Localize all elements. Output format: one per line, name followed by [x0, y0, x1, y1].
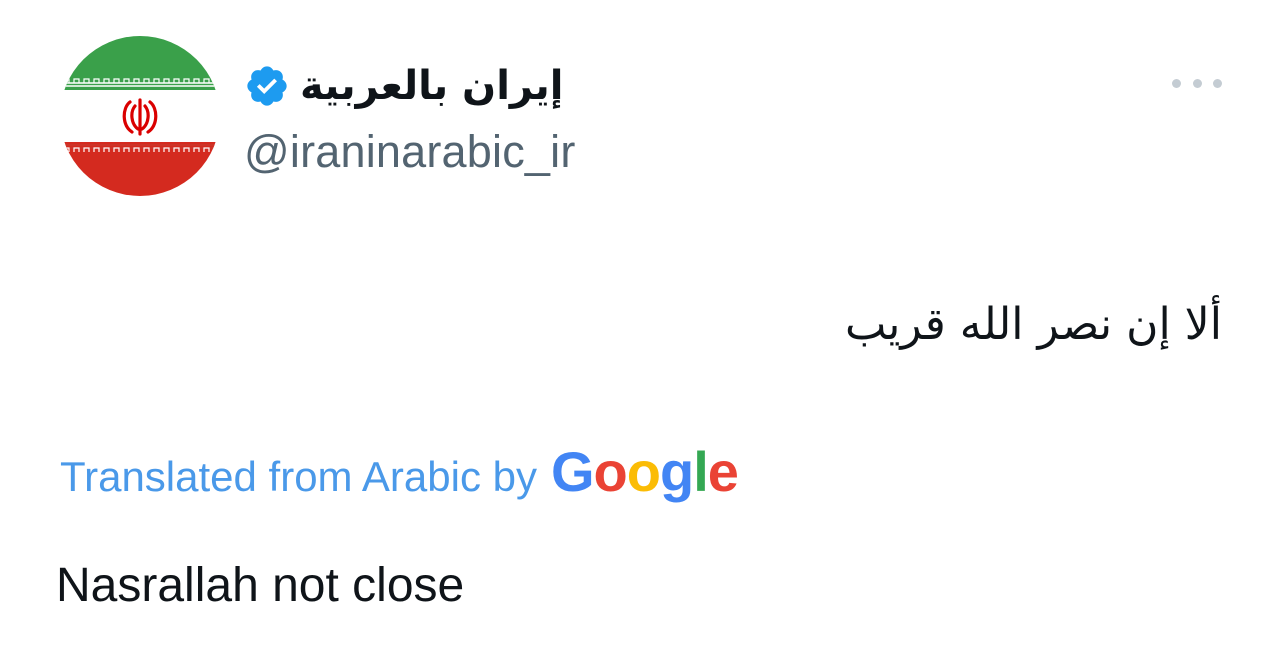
- more-options-button[interactable]: [1172, 66, 1222, 100]
- google-logo-letter: G: [550, 440, 595, 503]
- more-dots-icon: [1192, 78, 1202, 88]
- display-name-row: إيران بالعربية: [244, 56, 564, 116]
- google-logo: Google: [550, 440, 739, 504]
- verified-badge-icon[interactable]: [244, 63, 290, 109]
- more-dots-icon: [1213, 78, 1222, 88]
- translated-from-label[interactable]: Translated from Arabic by: [60, 445, 537, 509]
- display-name[interactable]: إيران بالعربية: [300, 56, 564, 116]
- translation-attribution: Translated from Arabic by Google: [60, 440, 739, 504]
- account-handle[interactable]: @iraninarabic_ir: [244, 124, 576, 180]
- google-logo-letter: o: [626, 440, 661, 503]
- iran-flag-icon: [60, 36, 220, 196]
- more-dots-icon: [1172, 78, 1181, 88]
- google-logo-letter: o: [593, 440, 628, 503]
- google-logo-letter: g: [659, 440, 694, 503]
- google-logo-letter: l: [693, 440, 709, 503]
- tweet-text: ألا إن نصر الله قريب: [844, 299, 1222, 350]
- translated-tweet-text: Nasrallah not close: [56, 559, 465, 612]
- google-logo-letter: e: [707, 440, 739, 503]
- profile-avatar[interactable]: [60, 36, 220, 196]
